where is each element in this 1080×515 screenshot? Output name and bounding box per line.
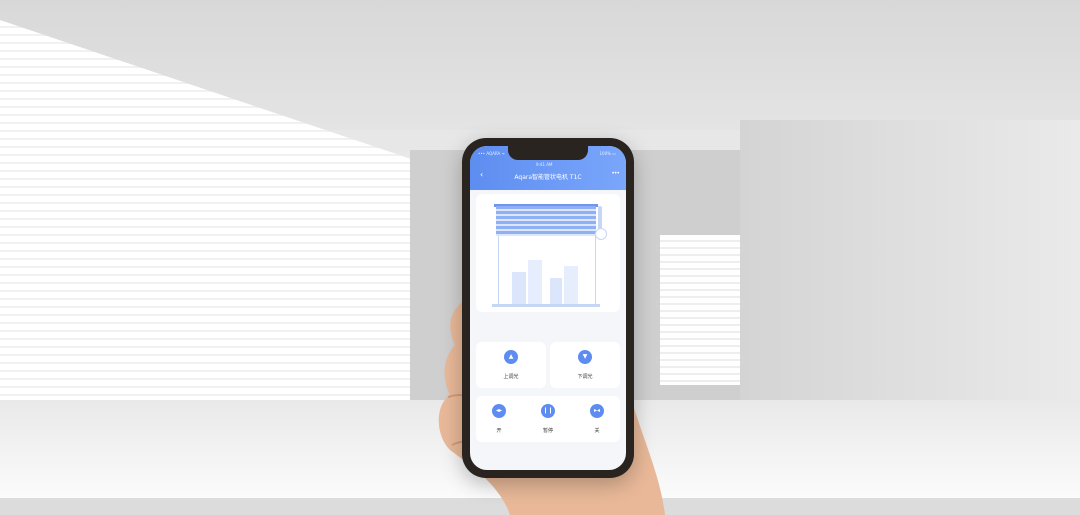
status-battery: 100% ▭ <box>599 151 617 156</box>
tilt-down-button-icon[interactable]: ▼ <box>578 350 592 364</box>
blind-status-card <box>476 194 620 312</box>
phone-notch <box>508 146 588 160</box>
tilt-down-label: 下调光 <box>577 374 593 380</box>
blind-slats-icon <box>496 206 596 236</box>
pause-button-icon[interactable]: ❙❙ <box>541 404 555 418</box>
tilt-down-card[interactable]: ▼ 下调光 <box>550 342 620 388</box>
page-title: Aqara智能管状电机 T1C <box>514 174 582 181</box>
status-carrier: ••• AQARA ᯤ <box>478 151 506 156</box>
pause-label: 暂停 <box>542 428 553 434</box>
close-label: 关 <box>594 428 600 434</box>
city-skyline-illustration <box>512 260 578 304</box>
more-options-icon[interactable]: ••• <box>611 170 620 177</box>
tilt-up-card[interactable]: ▲ 上调光 <box>476 342 546 388</box>
open-pause-close-card: ◂▸ 开 ❙❙ 暂停 ▸◂ 关 <box>476 396 620 442</box>
tilt-up-label: 上调光 <box>503 374 519 380</box>
blind-wand <box>598 206 602 230</box>
window-sill <box>492 304 600 307</box>
close-button-icon[interactable]: ▸◂ <box>590 404 604 418</box>
smartphone: ••• AQARA ᯤ 9:41 AM 100% ▭ ‹ Aqara智能管状电机… <box>462 138 634 478</box>
open-button-icon[interactable]: ◂▸ <box>492 404 506 418</box>
right-wall <box>740 120 1080 420</box>
app-header: ••• AQARA ᯤ 9:41 AM 100% ▭ ‹ Aqara智能管状电机… <box>470 146 626 190</box>
open-label: 开 <box>496 428 502 434</box>
app-screen: ••• AQARA ᯤ 9:41 AM 100% ▭ ‹ Aqara智能管状电机… <box>470 146 626 470</box>
tilt-up-button-icon[interactable]: ▲ <box>504 350 518 364</box>
status-time: 9:41 AM <box>536 162 553 167</box>
blind-wand-handle <box>595 228 607 240</box>
